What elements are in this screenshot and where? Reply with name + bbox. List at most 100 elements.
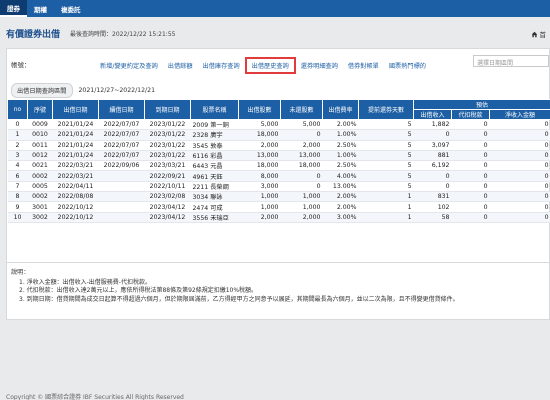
cell-no: 6 [7, 170, 28, 182]
table-row: 6 0002 2022/03/21 2022/09/21 4961 天鈺 8,000 0 4.… [7, 170, 550, 182]
subtab-lend-inventory[interactable]: 出借庫存查詢 [198, 59, 245, 72]
cell-rate: 2.00% [322, 201, 359, 213]
cell-rate: 1.00% [322, 150, 359, 162]
cell-net-income: 0 [489, 140, 550, 151]
cell-seq: 0009 [27, 119, 53, 131]
tab-sub-brokerage[interactable]: 複委託 [54, 0, 88, 17]
top-nav: 證券 期權 複委託 [0, 0, 550, 17]
table-row: 1 0010 2021/01/24 2022/07/07 2023/01/22 2328 … [7, 129, 550, 141]
cell-lend-qty: 8,000 [238, 170, 281, 182]
cell-stock: 3545 敦泰 [190, 140, 239, 151]
th-rate: 出借費率 [322, 99, 359, 120]
cell-net-income: 0 [489, 181, 550, 193]
table-row: 9 3001 2022/10/12 2023/04/12 2474 可成 1,000 1,0… [7, 201, 550, 213]
note-item: 3. 到期日期：借貸期間為成交日起算不得超過六個月，但於期限屆滿前，乙方得經甲方… [19, 295, 459, 303]
cell-net-income: 0 [489, 170, 550, 182]
cell-seq: 0011 [27, 140, 53, 151]
cell-lend-date: 2021/01/24 [52, 140, 99, 151]
cell-renew-date [98, 212, 145, 223]
cell-net-income: 0 [489, 191, 550, 203]
cell-renew-date [98, 170, 145, 182]
cell-income: 1,882 [413, 119, 452, 131]
cell-lend-qty: 1,000 [238, 201, 281, 213]
th-unreturned: 未還股數 [280, 99, 323, 120]
cell-withholding: 0 [451, 201, 490, 213]
sub-tabs: 新增/變更約定及查詢 出借餘額 出借庫存查詢 出借歷史查詢 還券明細查詢 借券對… [95, 57, 431, 74]
cell-net-income: 0 [489, 129, 550, 141]
cell-early-days: 1 [358, 212, 414, 223]
cell-rate: 3.00% [322, 212, 359, 223]
cell-stock: 3556 禾瑞亞 [190, 212, 239, 223]
cell-early-days: 5 [358, 129, 414, 141]
cell-income: 0 [413, 181, 452, 193]
cell-seq: 0021 [27, 160, 53, 172]
cell-no: 10 [7, 212, 28, 223]
cell-lend-qty: 13,000 [238, 150, 281, 162]
cell-renew-date [98, 201, 145, 213]
last-query-time: 最後查詢時間：2022/12/22 15:21:55 [70, 30, 176, 38]
cell-withholding: 0 [451, 160, 490, 172]
cell-unreturned: 18,000 [280, 160, 323, 172]
cell-lend-date: 2022/08/08 [52, 191, 99, 203]
cell-lend-qty: 2,000 [238, 212, 281, 223]
th-renew-date: 續借日期 [98, 99, 145, 120]
home-link[interactable]: 首 [531, 29, 547, 39]
tab-securities[interactable]: 證券 [0, 0, 27, 17]
cell-lend-date: 2022/04/11 [52, 181, 99, 193]
cell-seq: 3001 [27, 201, 53, 213]
cell-renew-date: 2022/07/07 [98, 140, 145, 151]
cell-income: 0 [413, 170, 452, 182]
cell-withholding: 0 [451, 150, 490, 162]
cell-unreturned: 2,000 [280, 140, 323, 151]
cell-no: 7 [7, 181, 28, 193]
cell-withholding: 0 [451, 191, 490, 203]
cell-seq: 0010 [27, 129, 53, 141]
cell-seq: 0005 [27, 181, 53, 193]
notes-panel: 說明： 1. 淨收入金額：出借收入-出借服務費-代扣稅款。 2. 代扣稅款：出借… [6, 262, 550, 320]
home-label: 首 [539, 31, 547, 39]
tab-futures-options[interactable]: 期權 [27, 0, 54, 17]
cell-due-date: 2022/09/21 [144, 170, 191, 182]
cell-lend-date: 2021/01/24 [52, 129, 99, 141]
cell-no: 9 [7, 201, 28, 213]
filter-bar: 出借日期查詢區間 2021/12/27~2022/12/21 [11, 83, 155, 98]
cell-early-days: 5 [358, 160, 414, 172]
cell-income: 831 [413, 191, 452, 203]
cell-lend-qty: 18,000 [238, 160, 281, 172]
subtab-hot-stocks[interactable]: 國票熱門標的 [384, 59, 431, 72]
cell-income: 6,192 [413, 160, 452, 172]
cell-net-income: 0 [489, 150, 550, 162]
table-row: 3 0012 2021/01/24 2022/07/07 2023/01/22 6116 … [7, 150, 550, 162]
cell-lend-date: 2021/01/24 [52, 150, 99, 162]
cell-withholding: 0 [451, 212, 490, 223]
cell-no: 4 [7, 160, 28, 172]
home-icon [531, 31, 537, 37]
cell-stock: 6443 元晶 [190, 160, 239, 172]
cell-due-date: 2023/01/22 [144, 119, 191, 131]
cell-lend-qty: 18,000 [238, 129, 281, 141]
subtab-return-details[interactable]: 還券明細查詢 [296, 59, 343, 72]
cell-rate: 2.50% [322, 140, 359, 151]
date-range-input[interactable]: 選擇日期區間 [473, 55, 549, 67]
cell-rate: 1.00% [322, 129, 359, 141]
th-lend-qty: 出借股數 [238, 99, 281, 120]
cell-lend-date: 2022/03/21 [52, 170, 99, 182]
cell-lend-qty: 2,000 [238, 140, 281, 151]
cell-seq: 0012 [27, 150, 53, 162]
subtab-agreement[interactable]: 新增/變更約定及查詢 [95, 59, 163, 72]
subtab-lend-history[interactable]: 出借歷史查詢 [244, 57, 296, 74]
cell-lend-date: 2022/10/12 [52, 212, 99, 223]
th-stock: 股票名稱 [190, 99, 239, 120]
subtab-lend-balance[interactable]: 出借餘額 [163, 59, 198, 72]
subtab-statement[interactable]: 借券對帳單 [343, 59, 384, 72]
cell-net-income: 0 [489, 212, 550, 223]
cell-unreturned: 13,000 [280, 150, 323, 162]
cell-early-days: 5 [358, 181, 414, 193]
cell-income: 102 [413, 201, 452, 213]
th-lend-date: 出借日期 [52, 99, 99, 120]
cell-unreturned: 2,000 [280, 212, 323, 223]
cell-stock: 2474 可成 [190, 201, 239, 213]
table-body: 0 0009 2021/01/24 2022/07/07 2023/01/22 2009 … [7, 119, 550, 223]
cell-early-days: 1 [358, 191, 414, 203]
cell-due-date: 2023/03/21 [144, 160, 191, 172]
